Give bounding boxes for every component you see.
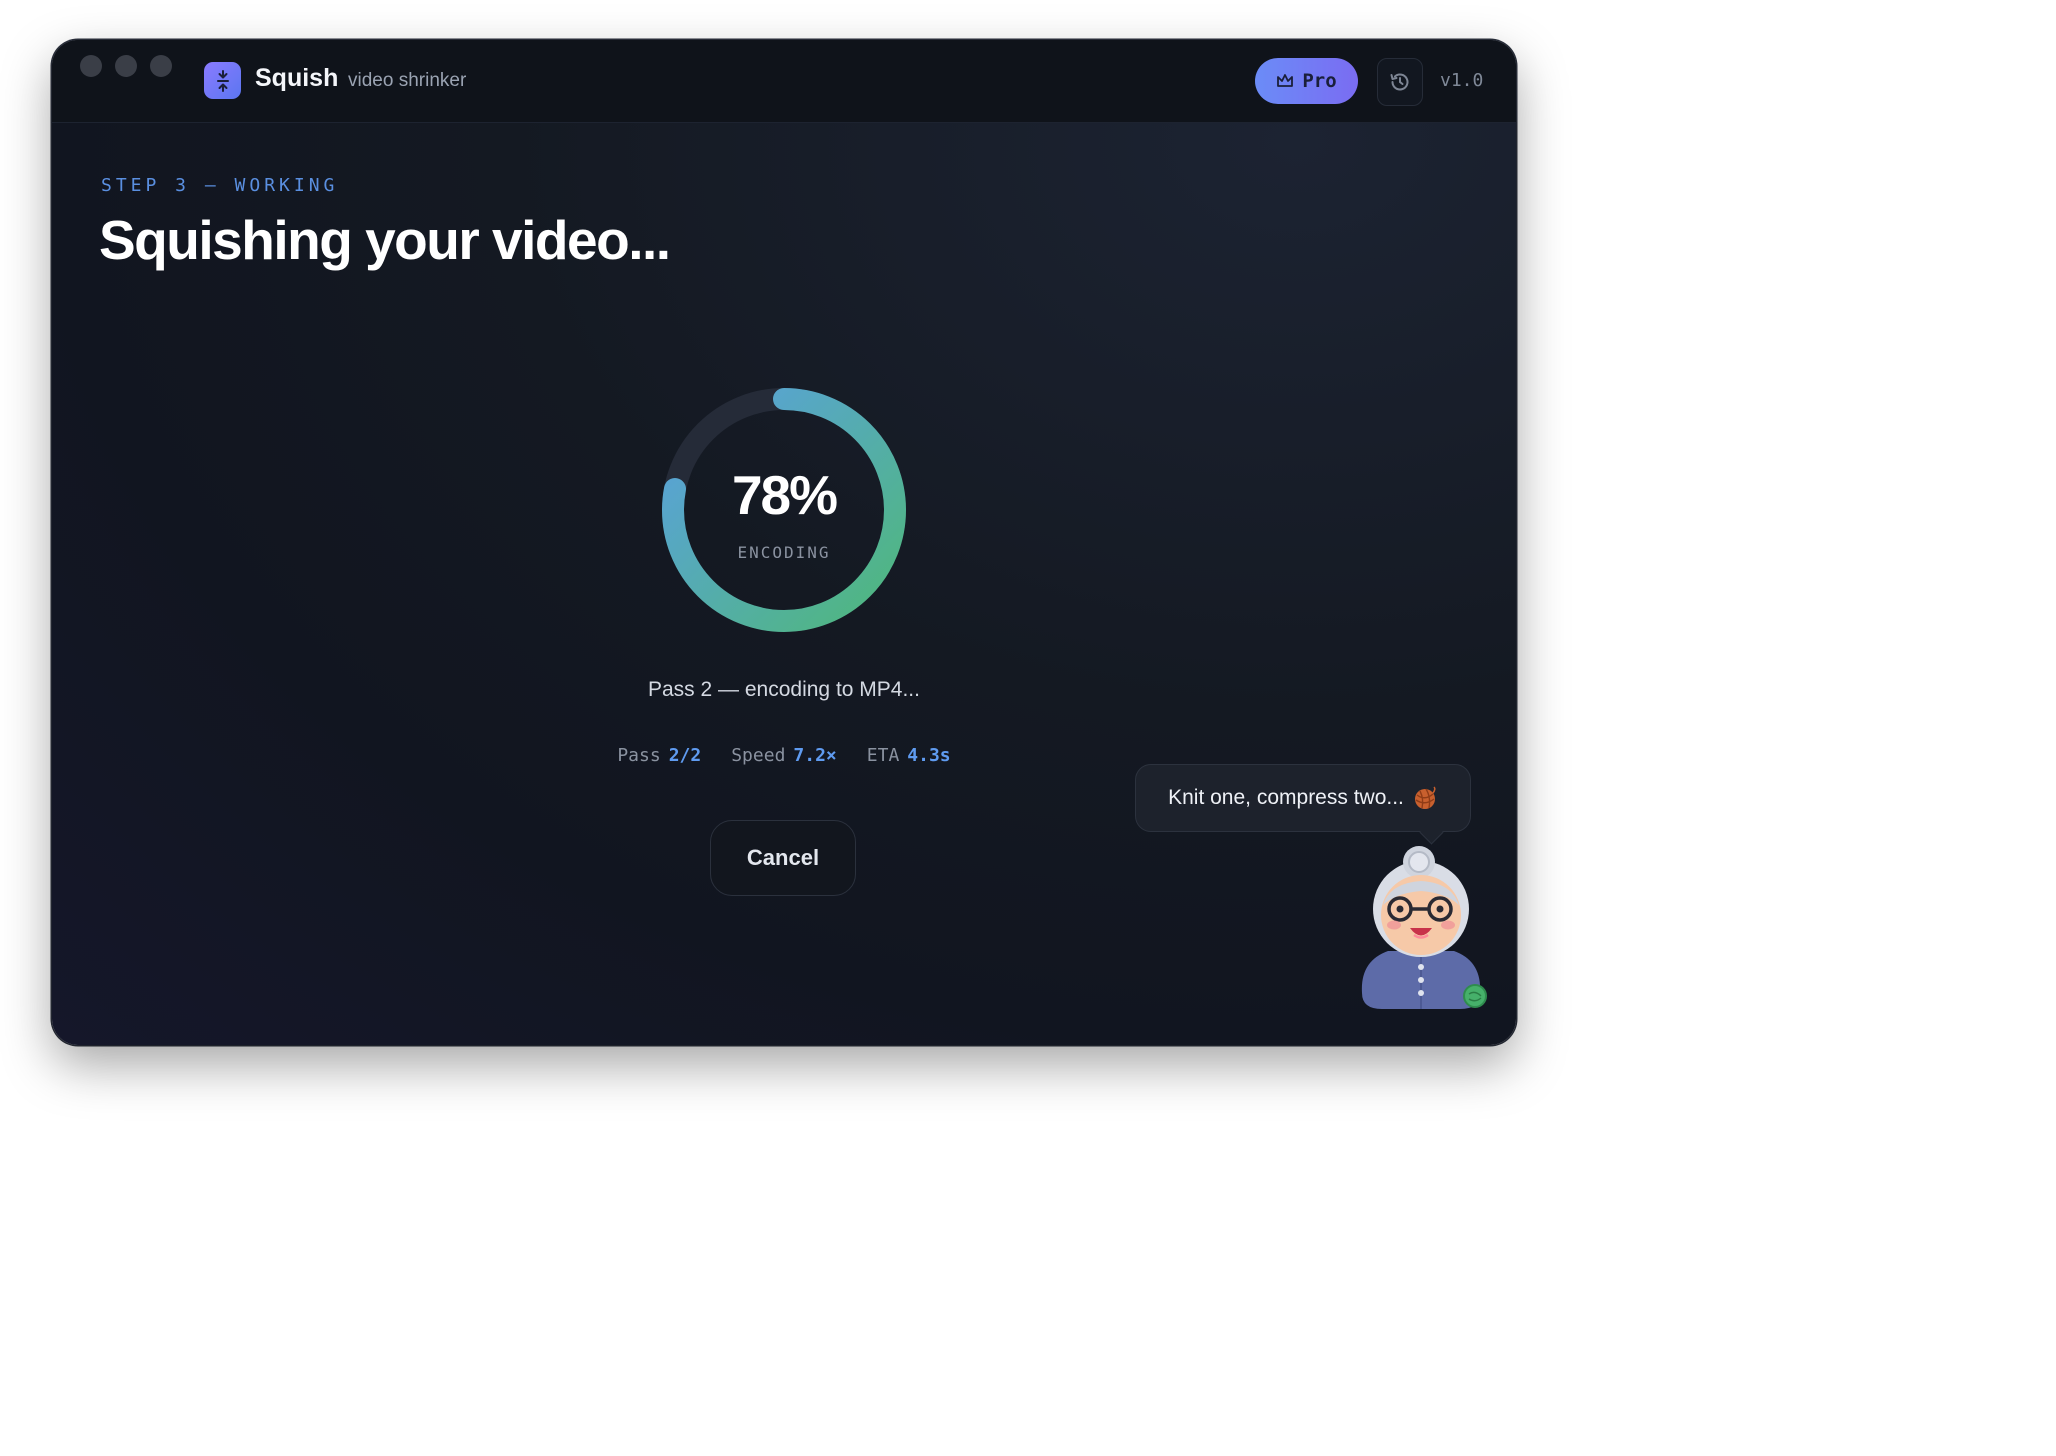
app-subtitle: video shrinker — [348, 70, 467, 91]
window-close-button[interactable] — [80, 55, 102, 77]
window-minimize-button[interactable] — [115, 55, 137, 77]
compress-arrows-icon — [204, 62, 241, 99]
progress-percent: 78% — [731, 464, 838, 526]
window-zoom-button[interactable] — [150, 55, 172, 77]
stat-pass: Pass 2/2 — [617, 745, 702, 766]
version-label: v1.0 — [1440, 70, 1484, 91]
app-name: Squish — [255, 64, 339, 92]
app-window: Squish video shrinker Pro v1.0 STEP 3 — … — [52, 40, 1516, 1045]
online-dot-icon — [1463, 984, 1487, 1008]
progress-phase-label: ENCODING — [737, 543, 831, 562]
status-text: Pass 2 — encoding to MP4... — [648, 678, 920, 701]
cancel-button[interactable]: Cancel — [710, 820, 856, 896]
progress-ring: 78% ENCODING — [662, 388, 906, 632]
stats-row: Pass 2/2 Speed 7.2× ETA 4.3s — [52, 745, 1516, 766]
crown-icon — [1277, 74, 1294, 87]
granny-mascot[interactable] — [1350, 843, 1492, 1013]
pro-button-label: Pro — [1302, 70, 1337, 92]
stat-speed: Speed 7.2× — [731, 745, 837, 766]
pro-button[interactable]: Pro — [1255, 58, 1358, 104]
mascot-speech-bubble: Knit one, compress two... — [1135, 764, 1471, 832]
history-button[interactable] — [1377, 58, 1423, 106]
mascot-speech-text: Knit one, compress two... — [1168, 786, 1404, 809]
page-title: Squishing your video... — [99, 209, 671, 271]
history-clock-icon — [1390, 73, 1409, 91]
step-label: STEP 3 — WORKING — [101, 175, 339, 196]
stat-eta: ETA 4.3s — [866, 745, 951, 766]
yarn-ball-icon — [1414, 786, 1436, 809]
titlebar: Squish video shrinker Pro v1.0 — [52, 40, 1516, 123]
